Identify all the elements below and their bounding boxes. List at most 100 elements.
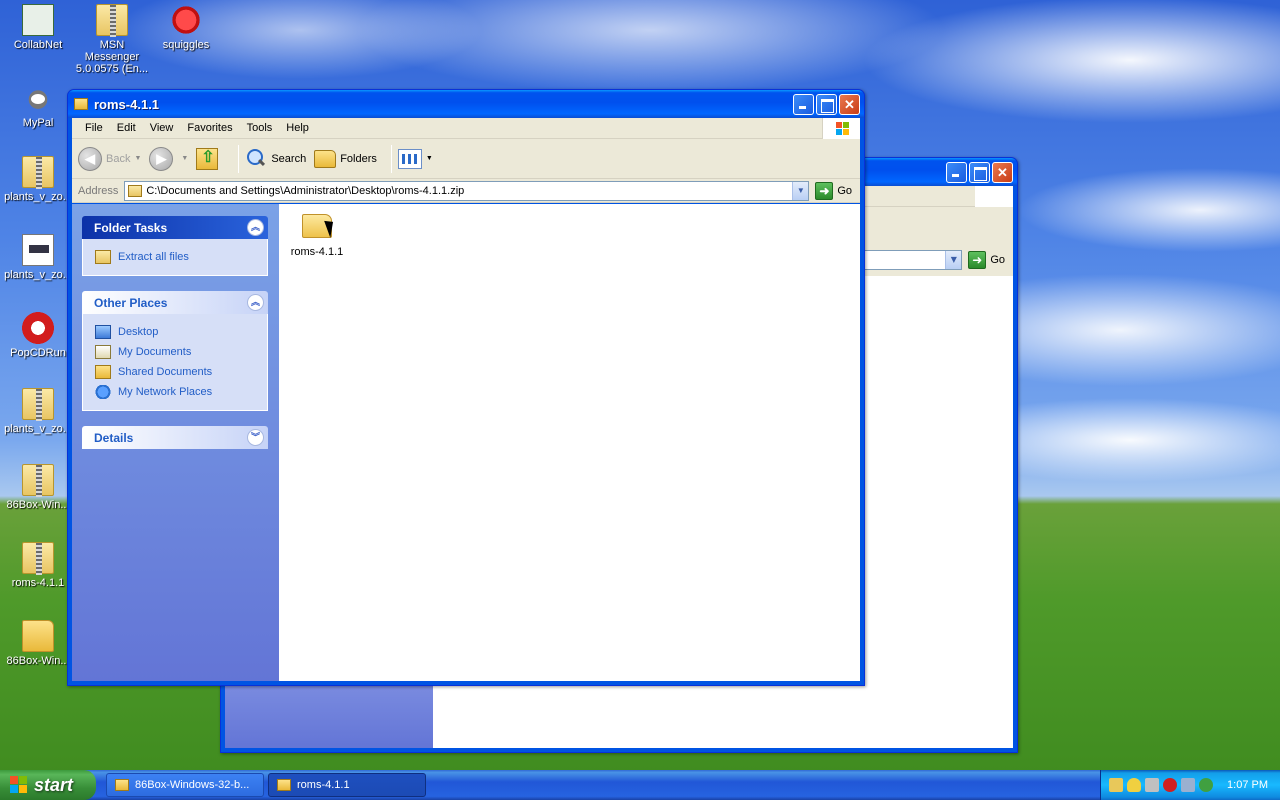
- desktop-icon-86box-zip[interactable]: 86Box-Win...: [0, 464, 76, 511]
- desktop-icon-mypal[interactable]: MyPal: [0, 82, 76, 129]
- collapse-icon[interactable]: ︽: [247, 294, 264, 311]
- desktop-icon-plants-zip[interactable]: plants_v_zo...: [0, 156, 76, 203]
- maximize-button[interactable]: [816, 93, 837, 115]
- folder-tasks-panel: Folder Tasks ︽ Extract all files: [82, 216, 268, 276]
- chevron-down-icon[interactable]: ▼: [426, 155, 433, 162]
- folder-icon: [22, 620, 54, 652]
- go-label: Go: [837, 184, 853, 197]
- desktop-icon-popcdrun[interactable]: PopCDRun: [0, 312, 76, 359]
- my-documents-label: My Documents: [118, 346, 192, 358]
- taskbar-button-roms[interactable]: roms-4.1.1: [268, 773, 426, 797]
- desktop-icon-plants-zip-2[interactable]: plants_v_zo...: [0, 388, 76, 435]
- windows-flag-icon: [975, 186, 1013, 207]
- zip-icon: [22, 156, 54, 189]
- tray-users-icon[interactable]: [1181, 778, 1195, 792]
- tray-app-icon[interactable]: [1109, 778, 1123, 792]
- window-title: roms-4.1.1: [94, 96, 160, 112]
- chevron-down-icon[interactable]: ▼: [181, 155, 188, 162]
- extract-all-files-link[interactable]: Extract all files: [95, 247, 255, 267]
- close-button[interactable]: ✕: [992, 161, 1013, 183]
- popcd-icon: [22, 312, 54, 344]
- zip-icon: [22, 388, 54, 421]
- folders-button[interactable]: Folders: [314, 149, 377, 168]
- details-panel: Details ︾: [82, 426, 268, 449]
- expand-icon[interactable]: ︾: [247, 429, 264, 446]
- shared-folder-icon: [95, 365, 111, 379]
- address-value: C:\Documents and Settings\Administrator\…: [146, 184, 465, 197]
- go-arrow-icon: ➜: [815, 181, 834, 200]
- file-item[interactable]: roms-4.1.1: [289, 214, 345, 258]
- desktop-icon-collabnet[interactable]: CollabNet: [0, 4, 76, 51]
- extract-all-files-label: Extract all files: [118, 251, 189, 263]
- desktop-icon: [95, 325, 111, 339]
- folder-icon: [115, 779, 129, 791]
- go-arrow-icon[interactable]: ➜: [968, 251, 987, 269]
- folder-tasks-header[interactable]: Folder Tasks ︽: [82, 216, 268, 239]
- other-places-shared-documents[interactable]: Shared Documents: [95, 362, 255, 382]
- zip-folder-icon: [74, 98, 88, 110]
- minimize-button[interactable]: [946, 161, 967, 183]
- desktop-icon-86box-folder[interactable]: 86Box-Win...: [0, 620, 76, 667]
- explorer-window[interactable]: roms-4.1.1 ✕ File Edit View Favorites To…: [67, 89, 865, 686]
- collapse-icon[interactable]: ︽: [247, 219, 264, 236]
- back-button[interactable]: ◀ Back ▼: [78, 146, 141, 171]
- file-name: roms-4.1.1: [290, 246, 344, 258]
- tray-safely-remove-icon[interactable]: [1199, 778, 1213, 792]
- other-places-desktop[interactable]: Desktop: [95, 322, 255, 342]
- desktop-icon-label: MSN Messenger 5.0.0575 (En...: [75, 39, 149, 75]
- folders-label: Folders: [340, 152, 377, 165]
- file-list[interactable]: roms-4.1.1: [279, 204, 860, 681]
- clock[interactable]: 1:07 PM: [1227, 779, 1268, 791]
- details-header[interactable]: Details ︾: [82, 426, 268, 449]
- menu-tools[interactable]: Tools: [240, 122, 280, 134]
- start-button[interactable]: start: [0, 770, 96, 800]
- menu-favorites[interactable]: Favorites: [180, 122, 239, 134]
- app-icon: [22, 4, 54, 36]
- zip-icon: [22, 464, 54, 497]
- chevron-down-icon[interactable]: ▼: [945, 251, 962, 269]
- desktop-icon-plants-doc[interactable]: plants_v_zo...: [0, 234, 76, 281]
- desktop-icon-roms-zip[interactable]: roms-4.1.1: [0, 542, 76, 589]
- chevron-down-icon[interactable]: ▼: [134, 155, 141, 162]
- maximize-button[interactable]: [969, 161, 990, 183]
- go-button-label[interactable]: Go: [990, 254, 1005, 266]
- desktop-icon-label: roms-4.1.1: [11, 577, 65, 589]
- forward-button[interactable]: ▶ ▼: [149, 146, 188, 171]
- minimize-button[interactable]: [793, 93, 814, 115]
- zip-icon: [22, 542, 54, 575]
- shared-documents-label: Shared Documents: [118, 366, 213, 378]
- my-documents-icon: [95, 345, 111, 359]
- standard-toolbar: ◀ Back ▼ ▶ ▼ Search Folders: [72, 139, 860, 179]
- menu-help[interactable]: Help: [279, 122, 316, 134]
- back-arrow-icon: ◀: [78, 146, 102, 171]
- up-folder-button[interactable]: [196, 147, 224, 170]
- other-places-my-documents[interactable]: My Documents: [95, 342, 255, 362]
- task-pane: Folder Tasks ︽ Extract all files Other P…: [72, 204, 279, 681]
- address-input[interactable]: C:\Documents and Settings\Administrator\…: [124, 180, 810, 201]
- zip-icon: [96, 4, 128, 37]
- go-button[interactable]: ➜ Go: [815, 181, 853, 200]
- desktop-icon-label: plants_v_zo...: [4, 269, 72, 281]
- tray-alert-icon[interactable]: [1163, 778, 1177, 792]
- menu-view[interactable]: View: [143, 122, 181, 134]
- desktop-icon-label: CollabNet: [13, 39, 63, 51]
- desktop-icon-squiggles[interactable]: squiggles: [148, 4, 224, 51]
- taskbar-button-label: roms-4.1.1: [297, 779, 350, 791]
- views-button[interactable]: ▼: [397, 148, 433, 169]
- explorer-titlebar[interactable]: roms-4.1.1 ✕: [68, 90, 864, 118]
- desktop-icon-msn-messenger[interactable]: MSN Messenger 5.0.0575 (En...: [74, 4, 150, 75]
- search-button[interactable]: Search: [245, 148, 306, 170]
- taskbar-button-86box[interactable]: 86Box-Windows-32-b...: [106, 773, 264, 797]
- up-folder-icon: [196, 147, 219, 170]
- close-button[interactable]: ✕: [839, 93, 860, 115]
- security-shield-icon[interactable]: [1127, 778, 1141, 792]
- menu-file[interactable]: File: [78, 122, 110, 134]
- menu-edit[interactable]: Edit: [110, 122, 143, 134]
- other-places-header[interactable]: Other Places ︽: [82, 291, 268, 314]
- other-places-network[interactable]: My Network Places: [95, 382, 255, 402]
- folders-icon: [314, 149, 337, 168]
- network-places-label: My Network Places: [118, 386, 213, 398]
- tray-network-icon[interactable]: [1145, 778, 1159, 792]
- chevron-down-icon[interactable]: ▼: [792, 181, 809, 200]
- desktop-label: Desktop: [118, 326, 159, 338]
